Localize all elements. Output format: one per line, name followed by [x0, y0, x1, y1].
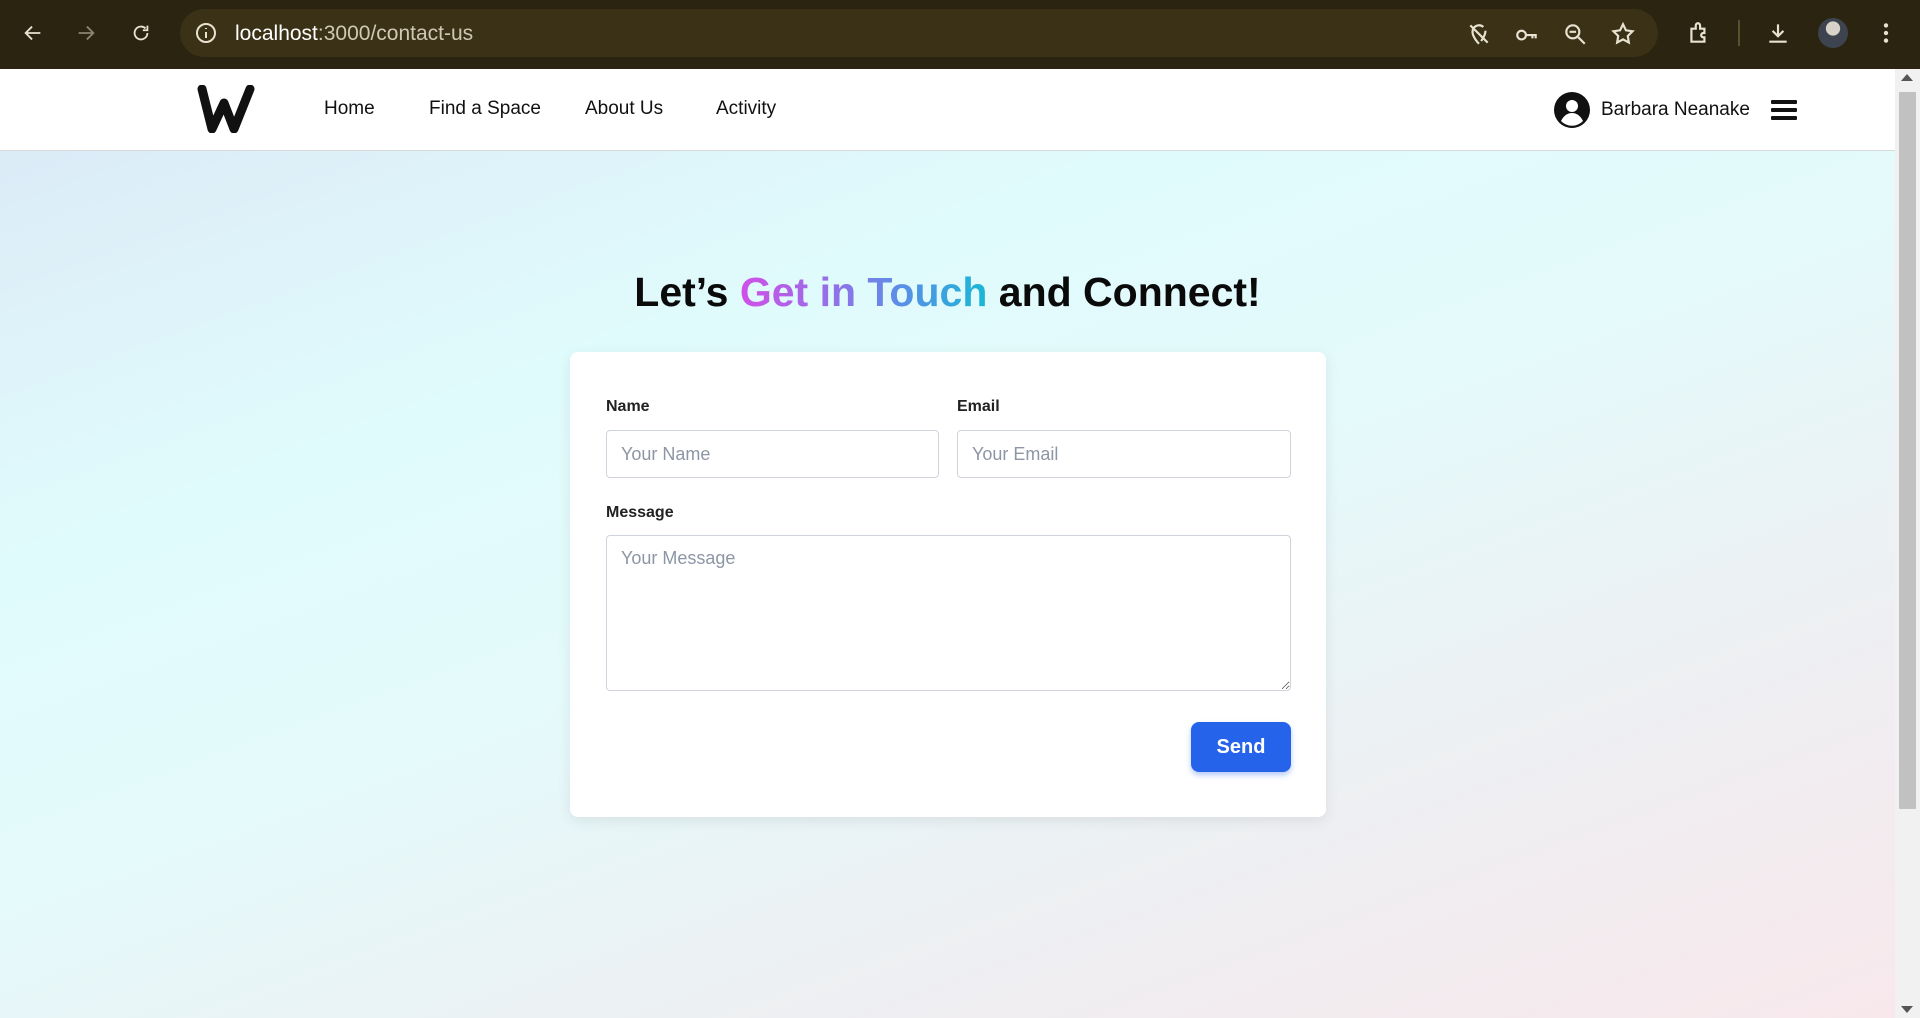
browser-toolbar: localhost:3000/contact-us: [0, 0, 1920, 69]
user-account[interactable]: Barbara Neanake: [1554, 92, 1750, 128]
name-input[interactable]: [606, 430, 939, 478]
reload-icon[interactable]: [124, 16, 158, 50]
extensions-icon[interactable]: [1686, 20, 1712, 46]
name-label: Name: [606, 398, 650, 415]
site-header: Home Find a Space About Us Activity Barb…: [0, 69, 1895, 151]
url-text[interactable]: localhost:3000/contact-us: [235, 22, 473, 46]
user-name: Barbara Neanake: [1601, 99, 1750, 120]
message-textarea[interactable]: [606, 535, 1291, 691]
contact-form-card: Name Email Message Send: [570, 352, 1326, 817]
forward-icon[interactable]: [69, 16, 103, 50]
page-title: Let’s Get in Touch and Connect!: [0, 269, 1895, 316]
send-button[interactable]: Send: [1191, 722, 1291, 772]
nav-activity[interactable]: Activity: [716, 98, 776, 120]
message-label: Message: [606, 504, 674, 521]
title-prefix: Let’s: [634, 269, 740, 315]
location-off-icon[interactable]: [1466, 21, 1492, 47]
scrollbar-thumb[interactable]: [1899, 92, 1916, 809]
zoom-icon[interactable]: [1562, 21, 1588, 47]
site-info-icon[interactable]: [194, 21, 218, 45]
back-icon[interactable]: [16, 16, 50, 50]
scroll-up-arrow-icon[interactable]: [1901, 74, 1913, 81]
page-scrollbar[interactable]: [1895, 69, 1920, 1018]
hamburger-menu-icon[interactable]: [1771, 98, 1797, 122]
title-suffix: and Connect!: [987, 269, 1261, 315]
scroll-down-arrow-icon[interactable]: [1901, 1006, 1913, 1013]
nav-about-us[interactable]: About Us: [585, 98, 663, 120]
page-viewport: Home Find a Space About Us Activity Barb…: [0, 69, 1920, 1018]
address-bar[interactable]: localhost:3000/contact-us: [180, 9, 1658, 57]
nav-find-a-space[interactable]: Find a Space: [429, 98, 541, 120]
email-label: Email: [957, 398, 1000, 415]
brand-logo-icon[interactable]: [196, 84, 256, 134]
toolbar-divider: [1738, 20, 1740, 46]
url-host: localhost: [235, 22, 318, 45]
email-input[interactable]: [957, 430, 1291, 478]
user-avatar-icon: [1554, 92, 1590, 128]
kebab-menu-icon[interactable]: [1873, 20, 1899, 46]
key-icon[interactable]: [1514, 21, 1540, 47]
url-path: :3000/contact-us: [317, 22, 474, 45]
download-icon[interactable]: [1765, 20, 1791, 46]
profile-avatar[interactable]: [1818, 18, 1848, 48]
nav-home[interactable]: Home: [324, 98, 375, 120]
bookmark-star-icon[interactable]: [1610, 21, 1636, 47]
title-highlight: Get in Touch: [739, 269, 988, 315]
